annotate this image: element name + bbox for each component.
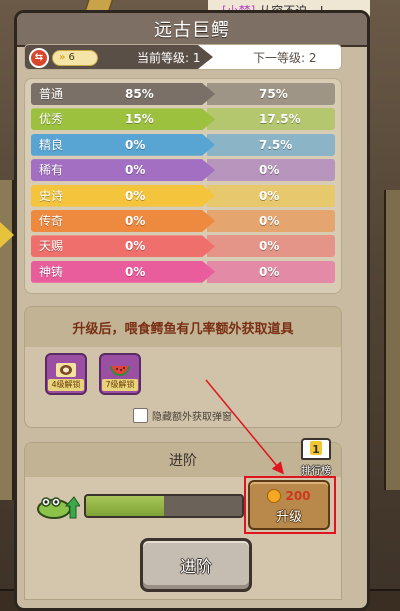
next-level-label: 下一等级: 2 [253,51,317,65]
progress-fill [86,496,164,516]
rarity-row: 精良 0% 7.5% [31,133,335,156]
crocodile-icon [37,496,80,519]
rarity-current-value: 0% [125,163,146,178]
chevrons-icon: » [59,52,66,63]
level-badge: » 6 [52,50,98,66]
rarity-row: 传奇 0% 0% [31,209,335,232]
rarity-name: 优秀 [39,112,64,127]
rarity-next-value: 0% [259,239,280,254]
rarity-next-value: 75% [259,87,288,101]
level-badge-value: 6 [68,52,75,63]
rarity-current-value: 0% [125,188,146,203]
item-unlock-label: 4级解锁 [48,379,84,391]
item-slot-watermelon[interactable]: 7级解锁 [99,353,141,395]
rarity-name: 传奇 [39,213,64,228]
level-bar: ⇆ » 6 当前等级: 1 下一等级: 2 [24,44,342,70]
level-arrows-icon: ⇆ [29,48,49,68]
rarity-name: 神铸 [39,264,64,279]
rarity-name: 天赐 [39,239,64,254]
rarity-name: 史诗 [39,188,64,203]
right-side-frame [384,190,400,490]
rarity-current-value: 0% [125,264,146,279]
rarity-next-value: 0% [259,213,280,228]
rarity-current-value: 0% [125,213,146,228]
coconut-icon [56,363,76,377]
rarity-next-value: 0% [259,264,280,279]
rarity-next-value: 7.5% [259,137,293,152]
watermelon-icon [110,366,130,376]
leaderboard-icon: 1 [301,438,331,460]
rarity-current-value: 0% [125,137,146,152]
rarity-row: 优秀 15% 17.5% [31,108,335,131]
leaderboard-label: 排行榜 [301,466,331,477]
rarity-row: 史诗 0% 0% [31,184,335,207]
rarity-current-value: 15% [125,112,154,127]
rarity-next-value: 0% [259,188,280,203]
rank-number: 1 [310,441,322,456]
rarity-current-value: 85% [125,87,154,101]
rarity-table: 普通 85% 75% 优秀 15% 17.5% 精良 0% 7.5% 稀有 0% 0% 史诗 0% 0% 传奇… [24,78,342,294]
rarity-row: 天赐 0% 0% [31,235,335,258]
hide-popup-option[interactable]: 隐藏额外获取弹窗 [133,407,232,423]
item-unlock-label: 7级解锁 [102,379,138,391]
rarity-row: 普通 85% 75% [31,83,335,105]
advance-button[interactable]: 进阶 [140,538,252,592]
rarity-name: 普通 [39,87,64,101]
bonus-heading: 升级后，喂食鳄鱼有几率额外获取道具 [25,307,341,347]
rarity-name: 精良 [39,137,64,152]
bonus-section: 升级后，喂食鳄鱼有几率额外获取道具 4级解锁 7级解锁 隐藏额外获取弹窗 [24,306,342,428]
highlight-annotation [244,476,336,534]
rarity-name: 稀有 [39,163,64,178]
hide-popup-label: 隐藏额外获取弹窗 [152,411,232,423]
current-level-label: 当前等级: 1 [137,51,201,65]
rarity-row: 神铸 0% 0% [31,260,335,283]
advance-progress-bar [84,494,244,518]
panel-title: 远古巨鳄 [17,13,367,47]
rarity-row: 稀有 0% 0% [31,159,335,182]
rarity-current-value: 0% [125,239,146,254]
rarity-next-value: 17.5% [259,112,301,127]
hide-popup-checkbox[interactable] [133,407,148,423]
item-slot-coconut[interactable]: 4级解锁 [45,353,87,395]
rarity-next-value: 0% [259,163,280,178]
panel-title-text: 远古巨鳄 [154,20,230,41]
